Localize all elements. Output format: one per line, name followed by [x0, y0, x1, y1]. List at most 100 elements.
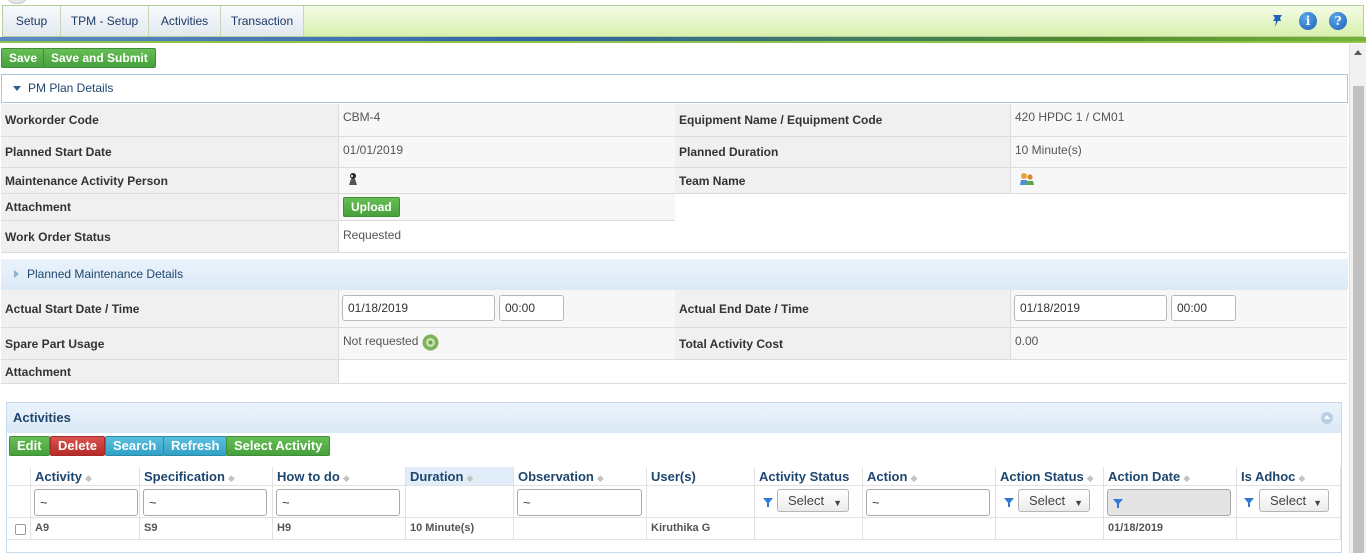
- form-row: Actual Start Date / Time 01/18/2019 00:0…: [1, 290, 1347, 328]
- work-order-status-label: Work Order Status: [1, 221, 339, 253]
- planned-duration-value: 10 Minute(s): [1015, 143, 1082, 157]
- save-and-submit-button[interactable]: Save and Submit: [43, 48, 156, 68]
- actual-start-date-input[interactable]: 01/18/2019: [342, 295, 495, 321]
- actual-end-date-input[interactable]: 01/18/2019: [1014, 295, 1167, 321]
- total-cost-label: Total Activity Cost: [675, 328, 1011, 360]
- form-row: Maintenance Activity Person Team Name: [1, 168, 1347, 194]
- team-picker-icon[interactable]: [1019, 172, 1035, 186]
- activities-panel: Activities Edit Delete Search Refresh Se…: [6, 402, 1342, 553]
- filter-funnel-icon[interactable]: [763, 498, 773, 507]
- activities-title: Activities: [13, 410, 71, 425]
- collapse-icon[interactable]: [1321, 412, 1333, 424]
- maintenance-person-label: Maintenance Activity Person: [1, 168, 339, 194]
- pm-attachment-label: Attachment: [1, 360, 339, 384]
- table-cell[interactable]: Kiruthika G: [647, 518, 755, 540]
- refresh-button[interactable]: Refresh: [163, 436, 228, 456]
- gear-icon[interactable]: [422, 334, 439, 351]
- table-cell[interactable]: H9: [273, 518, 406, 540]
- menu-item-transaction[interactable]: Transaction: [221, 6, 304, 36]
- planned-duration-label: Planned Duration: [675, 137, 1011, 168]
- planned-start-value: 01/01/2019: [343, 143, 404, 157]
- column-header-how-to-do[interactable]: How to do ◆: [273, 467, 406, 486]
- filter-funnel-icon[interactable]: [1004, 498, 1014, 507]
- column-header-action-date[interactable]: Action Date ◆: [1104, 467, 1237, 486]
- row-checkbox[interactable]: [15, 524, 26, 535]
- filter-funnel-icon: [1113, 499, 1123, 508]
- column-header-observation[interactable]: Observation ◆: [514, 467, 647, 486]
- help-icon[interactable]: ?: [1329, 12, 1347, 30]
- table-cell[interactable]: A9: [31, 518, 140, 540]
- column-header-is-adhoc[interactable]: Is Adhoc ◆: [1237, 467, 1341, 486]
- menu-item-tpm-setup[interactable]: TPM - Setup: [61, 6, 149, 36]
- top-navigation: Setup TPM - Setup Activities Transaction…: [0, 0, 1366, 44]
- planned-start-label: Planned Start Date: [1, 137, 339, 168]
- menu-bar: Setup TPM - Setup Activities Transaction…: [2, 5, 1364, 37]
- form-row: Spare Part Usage Not requested Total Act…: [1, 328, 1347, 360]
- pm-plan-details-header[interactable]: PM Plan Details: [1, 74, 1348, 103]
- upload-button[interactable]: Upload: [343, 197, 400, 217]
- column-header-activity-status[interactable]: Activity Status: [755, 467, 863, 486]
- column-header-action-status[interactable]: Action Status ◆: [996, 467, 1104, 486]
- person-picker-icon[interactable]: [347, 172, 359, 186]
- total-cost-value: 0.00: [1015, 334, 1039, 348]
- column-header-duration[interactable]: Duration ◆: [406, 467, 514, 486]
- workorder-code-value: CBM-4: [343, 110, 381, 124]
- vertical-scrollbar[interactable]: [1349, 44, 1366, 553]
- scrollbar-thumb[interactable]: [1353, 86, 1364, 553]
- menu-item-setup[interactable]: Setup: [3, 6, 61, 36]
- edit-button[interactable]: Edit: [9, 436, 50, 456]
- spare-part-label: Spare Part Usage: [1, 328, 339, 360]
- select-activity-button[interactable]: Select Activity: [226, 436, 331, 456]
- table-cell[interactable]: S9: [140, 518, 273, 540]
- filter-funnel-icon[interactable]: [1244, 498, 1254, 507]
- table-cell[interactable]: 01/18/2019: [1104, 518, 1237, 540]
- table-cell[interactable]: [996, 518, 1104, 540]
- form-row: Planned Start Date 01/01/2019 Planned Du…: [1, 137, 1347, 168]
- table-cell[interactable]: [863, 518, 996, 540]
- search-button[interactable]: Search: [105, 436, 165, 456]
- menu-item-activities[interactable]: Activities: [149, 6, 221, 36]
- scroll-up-icon[interactable]: [1354, 50, 1362, 55]
- expanded-caret-icon: [13, 86, 21, 91]
- attachment-label: Attachment: [1, 194, 339, 221]
- actual-start-time-input[interactable]: 00:00: [499, 295, 564, 321]
- activities-header: Activities: [7, 403, 1341, 433]
- column-header-action[interactable]: Action ◆: [863, 467, 996, 486]
- table-cell[interactable]: 10 Minute(s): [406, 518, 514, 540]
- column-header-activity[interactable]: Activity ◆: [31, 467, 140, 486]
- action-filter-input[interactable]: ~: [866, 489, 990, 516]
- equipment-label: Equipment Name / Equipment Code: [675, 104, 1011, 137]
- form-row: Attachment: [1, 360, 1347, 384]
- equipment-value: 420 HPDC 1 / CM01: [1015, 110, 1125, 124]
- form-row: Attachment Upload: [1, 194, 1347, 221]
- table-cell[interactable]: [755, 518, 863, 540]
- is-adhoc-select[interactable]: Select ▼: [1259, 489, 1329, 512]
- form-row: Work Order Status Requested: [1, 221, 1347, 253]
- activity-filter-input[interactable]: ~: [34, 489, 138, 516]
- actual-start-label: Actual Start Date / Time: [1, 290, 339, 328]
- action-status-select[interactable]: Select ▼: [1018, 489, 1090, 512]
- info-icon[interactable]: i: [1299, 12, 1317, 30]
- planned-maintenance-header[interactable]: Planned Maintenance Details: [1, 259, 1348, 290]
- how-to-do-filter-input[interactable]: ~: [276, 489, 400, 516]
- table-cell[interactable]: [514, 518, 647, 540]
- actual-end-time-input[interactable]: 00:00: [1171, 295, 1236, 321]
- spare-part-value: Not requested: [343, 334, 419, 348]
- actual-end-label: Actual End Date / Time: [675, 290, 1011, 328]
- delete-button[interactable]: Delete: [50, 436, 106, 456]
- action-date-filter-input[interactable]: [1107, 489, 1231, 516]
- work-order-status-value: Requested: [343, 228, 402, 242]
- window-handle: [6, 0, 28, 4]
- column-header-users: User(s): [647, 467, 755, 486]
- observation-filter-input[interactable]: ~: [517, 489, 642, 516]
- collapsed-caret-icon: [14, 270, 19, 278]
- table-row-checkbox-cell: [7, 518, 31, 540]
- form-row: Workorder Code CBM-4 Equipment Name / Eq…: [1, 104, 1347, 137]
- save-button[interactable]: Save: [1, 48, 46, 68]
- activity-status-select[interactable]: Select ▼: [777, 489, 849, 512]
- table-cell[interactable]: [1237, 518, 1341, 540]
- pin-icon[interactable]: [1269, 12, 1287, 30]
- specification-filter-input[interactable]: ~: [143, 489, 267, 516]
- section-title: PM Plan Details: [28, 81, 114, 95]
- column-header-specification[interactable]: Specification ◆: [140, 467, 273, 486]
